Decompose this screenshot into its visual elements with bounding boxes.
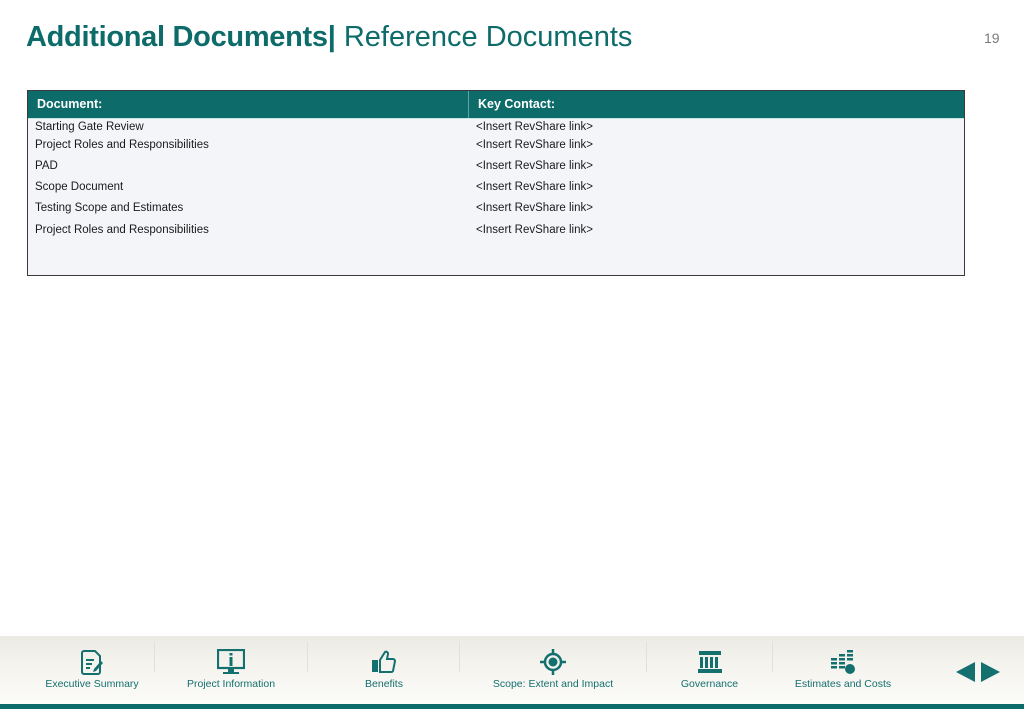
- table-row: PAD <Insert RevShare link>: [28, 157, 964, 175]
- document-cell: Starting Gate Review: [35, 121, 144, 133]
- title-sub: Reference Documents: [343, 21, 633, 53]
- contact-link[interactable]: <Insert RevShare link>: [476, 199, 593, 217]
- table-row: Scope Document <Insert RevShare link>: [28, 178, 964, 196]
- footer-navigation: Executive Summary Project Information Be…: [0, 636, 1024, 704]
- contact-link[interactable]: <Insert RevShare link>: [476, 136, 593, 154]
- thumbs-up-icon: [372, 650, 397, 674]
- nav-executive-summary[interactable]: Executive Summary: [30, 636, 154, 704]
- title-main: Additional Documents: [26, 21, 328, 53]
- document-cell: Project Roles and Responsibilities: [35, 224, 209, 236]
- nav-label: Executive Summary: [45, 678, 139, 690]
- nav-label: Estimates and Costs: [794, 678, 892, 690]
- nav-project-information[interactable]: Project Information: [155, 636, 307, 704]
- table-row: Project Roles and Responsibilities <Inse…: [28, 221, 964, 239]
- document-cell: Testing Scope and Estimates: [35, 202, 184, 214]
- nav-scope-extent-impact[interactable]: Scope: Extent and Impact: [460, 636, 646, 704]
- header-divider: [468, 91, 469, 118]
- previous-arrow-icon[interactable]: [956, 662, 975, 682]
- nav-governance[interactable]: Governance: [647, 636, 772, 704]
- table-row: Project Roles and Responsibilities <Inse…: [28, 136, 964, 154]
- footer-accent-bar: [0, 704, 1024, 709]
- document-edit-icon: [81, 650, 103, 675]
- column-header-document: Document:: [37, 97, 103, 111]
- nav-label: Project Information: [186, 678, 276, 690]
- document-cell: Scope Document: [35, 181, 124, 193]
- table-header: Document: Key Contact:: [28, 91, 964, 119]
- next-arrow-icon[interactable]: [981, 662, 1000, 682]
- building-columns-icon: [697, 651, 722, 673]
- nav-label: Scope: Extent and Impact: [492, 678, 614, 690]
- table-row: Starting Gate Review <Insert RevShare li…: [28, 118, 964, 136]
- page-number: 19: [984, 30, 1000, 46]
- reference-documents-table: Document: Key Contact: Starting Gate Rev…: [27, 90, 965, 276]
- table-row: Testing Scope and Estimates <Insert RevS…: [28, 199, 964, 217]
- nav-estimates-and-costs[interactable]: Estimates and Costs: [773, 636, 913, 704]
- nav-label: Benefits: [365, 678, 403, 690]
- bar-stack-coin-icon: [831, 650, 855, 674]
- contact-link[interactable]: <Insert RevShare link>: [476, 157, 593, 175]
- slide-navigation-arrows: [956, 662, 1000, 682]
- title-separator: |: [327, 21, 336, 53]
- document-cell: Project Roles and Responsibilities: [35, 139, 209, 151]
- contact-link[interactable]: <Insert RevShare link>: [476, 221, 593, 239]
- nav-label: Governance: [680, 678, 739, 690]
- column-header-key-contact: Key Contact:: [478, 97, 556, 111]
- target-icon: [540, 649, 566, 675]
- document-cell: PAD: [35, 160, 58, 172]
- nav-benefits[interactable]: Benefits: [308, 636, 460, 704]
- page-title: Additional Documents| Reference Documents: [26, 18, 632, 56]
- contact-link[interactable]: <Insert RevShare link>: [476, 178, 593, 196]
- monitor-info-icon: [217, 649, 245, 674]
- contact-link[interactable]: <Insert RevShare link>: [476, 118, 593, 136]
